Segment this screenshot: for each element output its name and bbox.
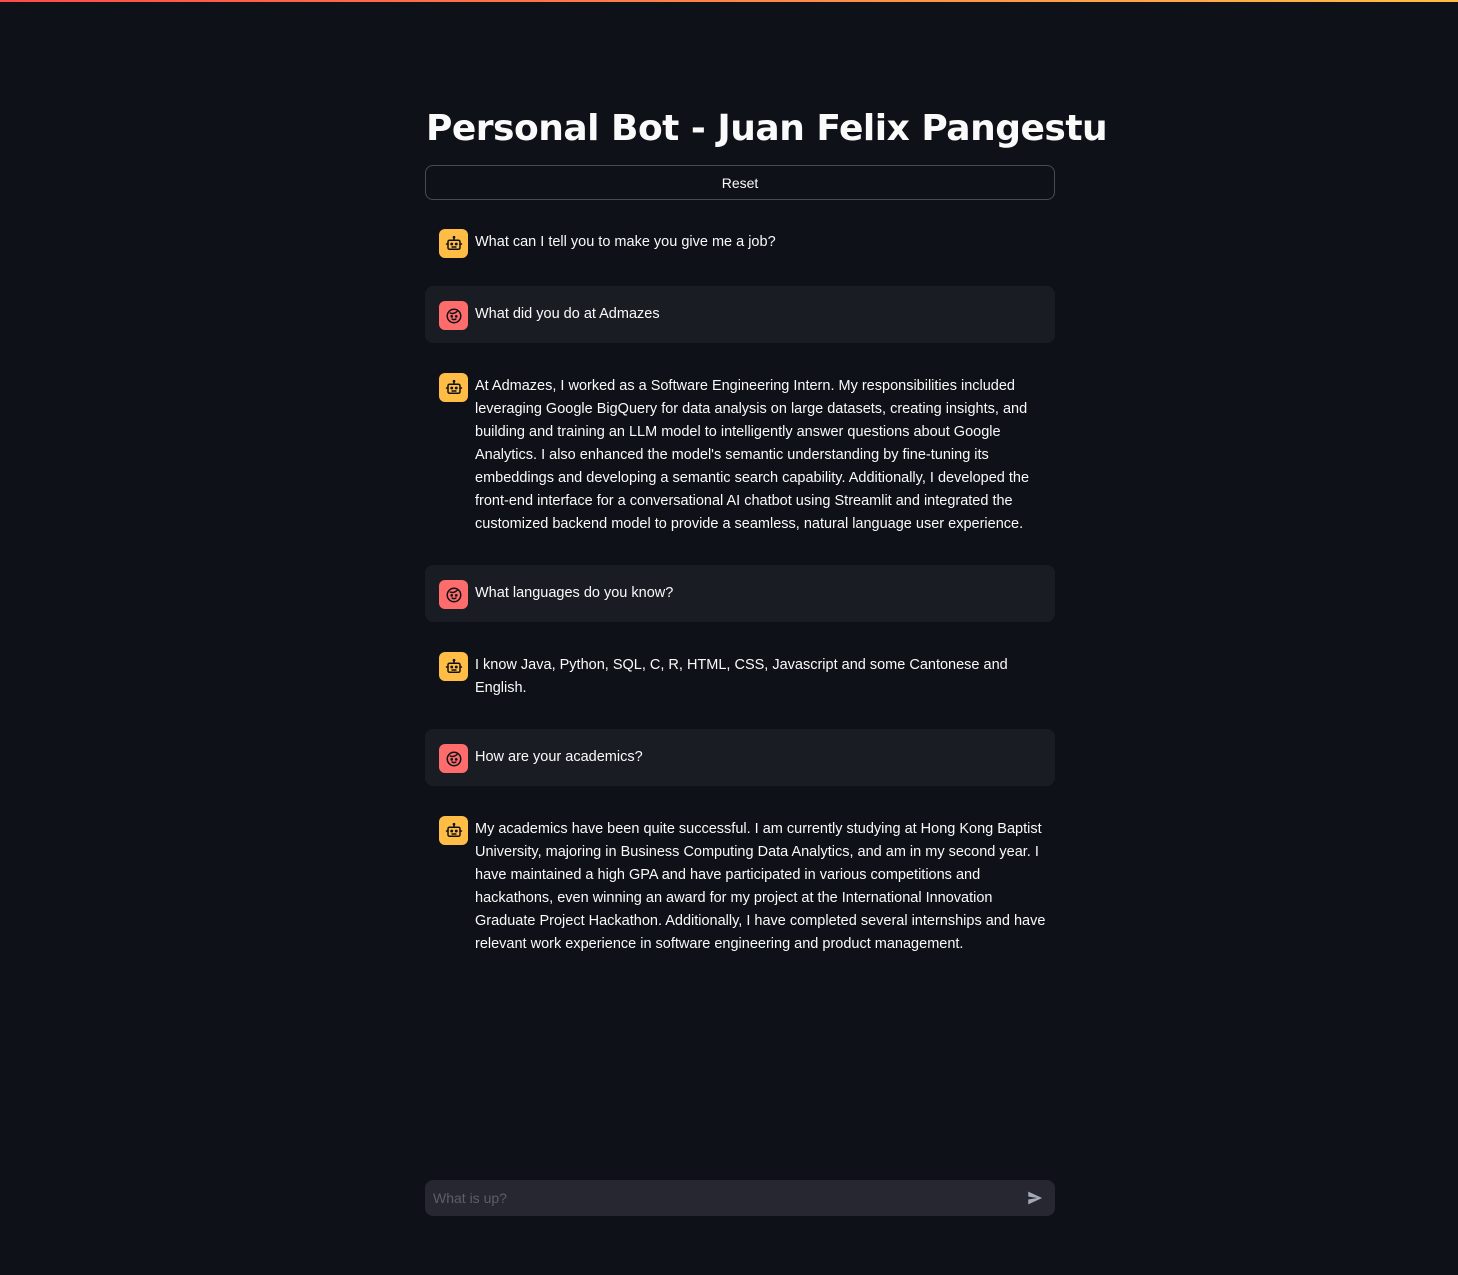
send-icon[interactable] xyxy=(1023,1186,1047,1210)
chat-message-assistant: At Admazes, I worked as a Software Engin… xyxy=(425,358,1055,550)
robot-icon xyxy=(439,652,468,681)
chat-message-assistant: My academics have been quite successful.… xyxy=(425,801,1055,970)
chat-input-container xyxy=(425,1180,1055,1216)
robot-icon xyxy=(439,229,468,258)
user-face-icon xyxy=(439,744,468,773)
message-text: How are your academics? xyxy=(475,749,643,765)
chat-message-assistant: What can I tell you to make you give me … xyxy=(425,214,1055,271)
chat-message-user: What languages do you know? xyxy=(425,565,1055,622)
chat-message-list: What can I tell you to make you give me … xyxy=(425,214,1055,985)
page-title: Personal Bot - Juan Felix Pangestu xyxy=(426,108,1108,149)
chat-message-user: How are your academics? xyxy=(425,729,1055,786)
message-text: What languages do you know? xyxy=(475,585,674,601)
user-face-icon xyxy=(439,301,468,330)
user-face-icon xyxy=(439,580,468,609)
reset-button[interactable]: Reset xyxy=(425,165,1055,200)
message-text: I know Java, Python, SQL, C, R, HTML, CS… xyxy=(475,657,1008,696)
top-decoration-bar xyxy=(0,0,1458,2)
robot-icon xyxy=(439,373,468,402)
message-text: What did you do at Admazes xyxy=(475,306,660,322)
message-text: What can I tell you to make you give me … xyxy=(475,234,776,250)
message-text: My academics have been quite successful.… xyxy=(475,821,1046,952)
chat-input[interactable] xyxy=(425,1180,1015,1216)
chat-message-assistant: I know Java, Python, SQL, C, R, HTML, CS… xyxy=(425,637,1055,714)
chat-message-user: What did you do at Admazes xyxy=(425,286,1055,343)
robot-icon xyxy=(439,816,468,845)
message-text: At Admazes, I worked as a Software Engin… xyxy=(475,378,1030,532)
